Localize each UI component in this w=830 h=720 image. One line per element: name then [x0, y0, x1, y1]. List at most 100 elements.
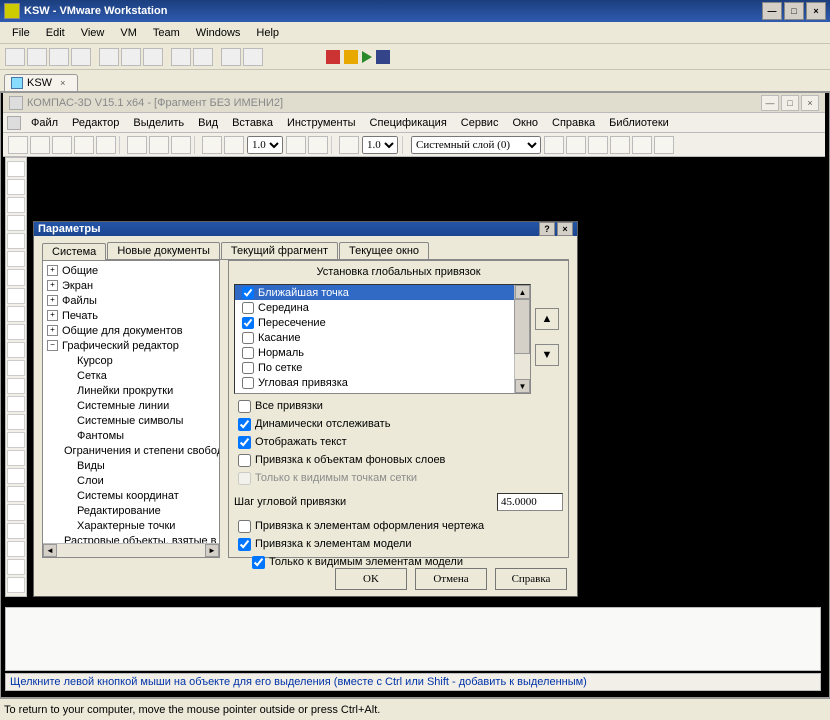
- tool-power[interactable]: [5, 48, 25, 66]
- menu-file[interactable]: File: [4, 25, 38, 41]
- vtool-10[interactable]: [7, 324, 25, 340]
- kmenu-service[interactable]: Сервис: [454, 115, 506, 131]
- vm-tab-ksw[interactable]: KSW ×: [4, 74, 78, 91]
- vtool-21[interactable]: [7, 523, 25, 539]
- menu-team[interactable]: Team: [145, 25, 188, 41]
- tool-snapshot-revert[interactable]: [121, 48, 141, 66]
- tool-b[interactable]: [243, 48, 263, 66]
- move-down-button[interactable]: ▼: [535, 344, 559, 366]
- kmenu-tools[interactable]: Инструменты: [280, 115, 363, 131]
- layer-select[interactable]: Системный слой (0): [411, 136, 541, 154]
- dialog-help-button[interactable]: ?: [539, 222, 555, 236]
- tab-system[interactable]: Система: [42, 243, 106, 260]
- checkbox[interactable]: [238, 454, 251, 467]
- vtool-5[interactable]: [7, 233, 25, 249]
- vtool-22[interactable]: [7, 541, 25, 557]
- checkbox[interactable]: [238, 520, 251, 533]
- kompas-close-button[interactable]: ×: [801, 95, 819, 111]
- cancel-button[interactable]: Отмена: [415, 568, 487, 590]
- tree-leaf[interactable]: Редактирование: [75, 505, 163, 517]
- zoom-select-1[interactable]: 1.0: [247, 136, 283, 154]
- checkbox[interactable]: [238, 538, 251, 551]
- dialog-close-button[interactable]: ×: [557, 222, 573, 236]
- menu-windows[interactable]: Windows: [188, 25, 249, 41]
- tree-leaf[interactable]: Характерные точки: [75, 520, 177, 532]
- close-button[interactable]: ×: [806, 2, 826, 20]
- tree-toggle[interactable]: +: [47, 295, 58, 306]
- pause-icon[interactable]: [344, 50, 358, 64]
- play-icon[interactable]: [362, 51, 372, 63]
- kmenu-select[interactable]: Выделить: [126, 115, 191, 131]
- tool-a[interactable]: [221, 48, 241, 66]
- tree-leaf[interactable]: Ограничения и степени свободы: [62, 445, 220, 457]
- scroll-down-icon[interactable]: ▼: [515, 379, 530, 393]
- ktool-open[interactable]: [30, 136, 50, 154]
- ktool-l5[interactable]: [632, 136, 652, 154]
- snap-check[interactable]: [242, 377, 254, 389]
- tree-h-scrollbar[interactable]: ◄ ►: [43, 543, 219, 557]
- ktool-print[interactable]: [74, 136, 94, 154]
- vtool-23[interactable]: [7, 559, 25, 575]
- kmenu-spec[interactable]: Спецификация: [363, 115, 454, 131]
- checkbox[interactable]: [238, 436, 251, 449]
- ktool-l3[interactable]: [588, 136, 608, 154]
- settings-tree[interactable]: +Общие +Экран +Файлы +Печать +Общие для …: [42, 260, 220, 558]
- vtool-17[interactable]: [7, 450, 25, 466]
- tree-node[interactable]: Общие для документов: [60, 325, 185, 337]
- maximize-button[interactable]: □: [784, 2, 804, 20]
- ktool-save[interactable]: [52, 136, 72, 154]
- tree-leaf[interactable]: Системные символы: [75, 415, 185, 427]
- ktool-cut[interactable]: [127, 136, 147, 154]
- vtool-9[interactable]: [7, 306, 25, 322]
- kompas-minimize-button[interactable]: —: [761, 95, 779, 111]
- zoom-select-2[interactable]: 1.0: [362, 136, 398, 154]
- menu-view[interactable]: View: [73, 25, 113, 41]
- menu-vm[interactable]: VM: [112, 25, 145, 41]
- tree-leaf[interactable]: Курсор: [75, 355, 115, 367]
- tab-current-window[interactable]: Текущее окно: [339, 242, 429, 259]
- tree-node[interactable]: Экран: [60, 280, 95, 292]
- tree-toggle[interactable]: +: [47, 265, 58, 276]
- tab-current-fragment[interactable]: Текущий фрагмент: [221, 242, 338, 259]
- snap-checklist[interactable]: Ближайшая точка Середина Пересечение Кас…: [234, 284, 531, 394]
- tree-leaf[interactable]: Системные линии: [75, 400, 171, 412]
- ktool-zoom-in[interactable]: [224, 136, 244, 154]
- vtool-11[interactable]: [7, 342, 25, 358]
- vtool-4[interactable]: [7, 215, 25, 231]
- tree-leaf[interactable]: Фантомы: [75, 430, 126, 442]
- vtool-12[interactable]: [7, 360, 25, 376]
- menu-help[interactable]: Help: [248, 25, 287, 41]
- menu-edit[interactable]: Edit: [38, 25, 73, 41]
- kmenu-libs[interactable]: Библиотеки: [602, 115, 676, 131]
- tool-fullscreen[interactable]: [171, 48, 191, 66]
- ktool-l6[interactable]: [654, 136, 674, 154]
- tree-node-graphical-editor[interactable]: Графический редактор: [60, 340, 181, 352]
- tool-snapshot-manager[interactable]: [143, 48, 163, 66]
- tree-node[interactable]: Общие: [60, 265, 100, 277]
- tree-node[interactable]: Печать: [60, 310, 100, 322]
- tool-manage[interactable]: [71, 48, 91, 66]
- scrollbar-thumb[interactable]: [514, 299, 530, 354]
- vtool-15[interactable]: [7, 414, 25, 430]
- tool-snapshot[interactable]: [49, 48, 69, 66]
- vtool-16[interactable]: [7, 432, 25, 448]
- vtool-8[interactable]: [7, 288, 25, 304]
- snap-check[interactable]: [242, 332, 254, 344]
- ok-button[interactable]: OK: [335, 568, 407, 590]
- ktool-copy[interactable]: [149, 136, 169, 154]
- vtool-1[interactable]: [7, 161, 25, 177]
- vtool-7[interactable]: [7, 269, 25, 285]
- kmenu-insert[interactable]: Вставка: [225, 115, 280, 131]
- ktool-new[interactable]: [8, 136, 28, 154]
- vtool-19[interactable]: [7, 486, 25, 502]
- dialog-titlebar[interactable]: Параметры ? ×: [34, 222, 577, 236]
- tree-leaf[interactable]: Сетка: [75, 370, 109, 382]
- ktool-zoom-window[interactable]: [202, 136, 222, 154]
- help-button[interactable]: Справка: [495, 568, 567, 590]
- checkbox[interactable]: [238, 400, 251, 413]
- kmenu-window[interactable]: Окно: [505, 115, 545, 131]
- scroll-left-icon[interactable]: ◄: [43, 544, 57, 557]
- ktool-l4[interactable]: [610, 136, 630, 154]
- snap-check[interactable]: [242, 347, 254, 359]
- tab-close-icon[interactable]: ×: [60, 78, 65, 88]
